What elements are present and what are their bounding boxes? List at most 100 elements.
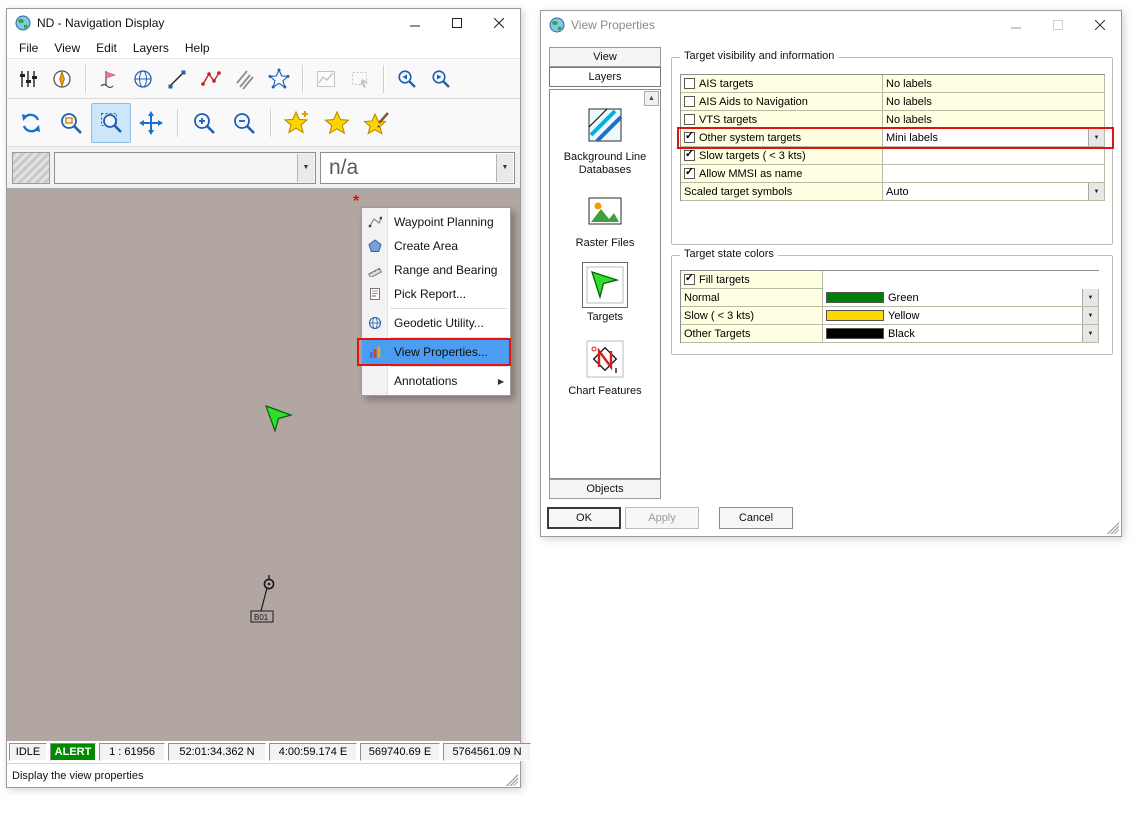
pan-icon[interactable] [131,103,171,143]
row-label-cell[interactable]: Slow ( < 3 kts) [681,307,823,325]
close-button[interactable] [1079,11,1121,39]
checkbox-other-system-targets[interactable]: ✓ [684,132,695,143]
menu-item-geodetic-utility[interactable]: Geodetic Utility... [362,311,510,335]
menu-edit[interactable]: Edit [88,39,125,57]
row-label-cell[interactable]: ✓ Slow targets ( < 3 kts) [681,147,883,165]
select-area-icon[interactable] [343,63,377,95]
row-label-cell[interactable]: ✓ Allow MMSI as name [681,165,883,183]
color-swatch [826,328,884,339]
row-label-cell[interactable]: ✓ Other system targets [681,129,883,147]
star-edit-icon[interactable] [357,103,397,143]
row-value-cell[interactable]: No labels [883,75,1105,93]
row-label-cell[interactable]: AIS targets [681,75,883,93]
row-label-cell[interactable]: AIS Aids to Navigation [681,93,883,111]
preview-image-button[interactable] [12,152,50,184]
background-line-databases-icon [582,102,628,148]
combo-value: Mini labels [886,132,938,144]
menu-layers[interactable]: Layers [125,39,177,57]
row-label-cell[interactable]: ✓ Fill targets [681,271,823,289]
star-polygon-icon[interactable] [262,63,296,95]
menu-item-pick-report[interactable]: Pick Report... [362,282,510,306]
combo-dropdown-button[interactable]: ▼ [297,154,314,182]
menu-item-annotations[interactable]: Annotations ▶ [362,369,510,393]
layer-item-targets[interactable]: Targets [550,262,660,324]
checkbox-ais-targets[interactable] [684,78,695,89]
scroll-up-button[interactable]: ▲ [644,91,659,106]
row-value-cell[interactable] [883,165,1105,183]
ok-button[interactable]: OK [547,507,621,529]
apply-button[interactable]: Apply [625,507,699,529]
menu-item-view-properties[interactable]: View Properties... [362,340,510,364]
tab-layers[interactable]: Layers [549,67,661,87]
map-canvas[interactable]: B01 * Waypoint Planning Create Area Rang… [7,189,520,741]
buoy-icon[interactable] [92,63,126,95]
minimize-button[interactable] [995,11,1037,39]
levels-icon[interactable] [11,63,45,95]
normal-color-combo[interactable]: Green ▼ [823,289,1099,307]
other-targets-color-combo[interactable]: Black ▼ [823,325,1099,343]
layer-item-chart-features[interactable]: Chart Features [550,336,660,398]
row-value-cell[interactable]: No labels [883,93,1105,111]
resize-grip[interactable] [506,774,518,786]
cancel-button[interactable]: Cancel [719,507,793,529]
close-button[interactable] [478,9,520,37]
dropdown-button[interactable]: ▼ [1082,289,1098,306]
own-ship-target-symbol[interactable] [263,403,297,437]
refresh-icon[interactable] [11,103,51,143]
checkbox-fill-targets[interactable]: ✓ [684,274,695,285]
dropdown-button[interactable]: ▼ [1088,183,1104,200]
maximize-button[interactable] [1037,11,1079,39]
chart-icon[interactable] [309,63,343,95]
row-label-cell[interactable]: Normal [681,289,823,307]
layer-combo[interactable]: ▼ [54,152,316,184]
minimize-button[interactable] [394,9,436,37]
row-label: Fill targets [699,274,750,286]
menu-item-create-area[interactable]: Create Area [362,234,510,258]
dropdown-button[interactable]: ▼ [1082,325,1098,342]
layer-item-background-line-databases[interactable]: Background Line Databases [550,102,660,176]
row-value-cell[interactable] [883,147,1105,165]
parallel-lines-icon[interactable] [228,63,262,95]
menu-view[interactable]: View [46,39,88,57]
star-add-icon[interactable] [277,103,317,143]
menu-item-range-and-bearing[interactable]: Range and Bearing [362,258,510,282]
chevron-down-icon: ▼ [1094,135,1100,141]
draw-line-icon[interactable] [160,63,194,95]
scaled-symbols-combo[interactable]: Auto ▼ [883,183,1105,201]
zoom-area-icon[interactable] [51,103,91,143]
row-value-cell[interactable]: No labels [883,111,1105,129]
resize-grip[interactable] [1107,522,1119,534]
combo-dropdown-button[interactable]: ▼ [496,154,513,182]
zoom-previous-icon[interactable] [390,63,424,95]
maximize-button[interactable] [436,9,478,37]
checkbox-vts-targets[interactable] [684,114,695,125]
menu-file[interactable]: File [11,39,46,57]
compass-icon[interactable] [45,63,79,95]
labels-combo[interactable]: Mini labels ▼ [883,129,1105,147]
toolbar-main [7,59,520,99]
checkbox-ais-aids[interactable] [684,96,695,107]
tab-view[interactable]: View [549,47,661,67]
menu-item-label: View Properties... [388,345,488,359]
zoom-next-icon[interactable] [424,63,458,95]
slow-color-combo[interactable]: Yellow ▼ [823,307,1099,325]
star-icon[interactable] [317,103,357,143]
zoom-in-icon[interactable] [184,103,224,143]
row-label-cell[interactable]: Other Targets [681,325,823,343]
scale-combo[interactable]: n/a ▼ [320,152,515,184]
menu-item-waypoint-planning[interactable]: Waypoint Planning [362,210,510,234]
polyline-add-icon[interactable] [194,63,228,95]
tab-objects[interactable]: Objects [549,479,661,499]
row-label-cell[interactable]: VTS targets [681,111,883,129]
menu-help[interactable]: Help [177,39,218,57]
globe-icon[interactable] [126,63,160,95]
dropdown-button[interactable]: ▼ [1082,307,1098,324]
dropdown-button[interactable]: ▼ [1088,129,1104,146]
checkbox-allow-mmsi[interactable]: ✓ [684,168,695,179]
zoom-out-icon[interactable] [224,103,264,143]
checkbox-slow-targets[interactable]: ✓ [684,150,695,161]
zoom-window-icon[interactable] [91,103,131,143]
row-label-cell[interactable]: Scaled target symbols [681,183,883,201]
layer-item-raster-files[interactable]: Raster Files [550,188,660,250]
tracked-target-symbol[interactable]: B01 [245,571,293,627]
